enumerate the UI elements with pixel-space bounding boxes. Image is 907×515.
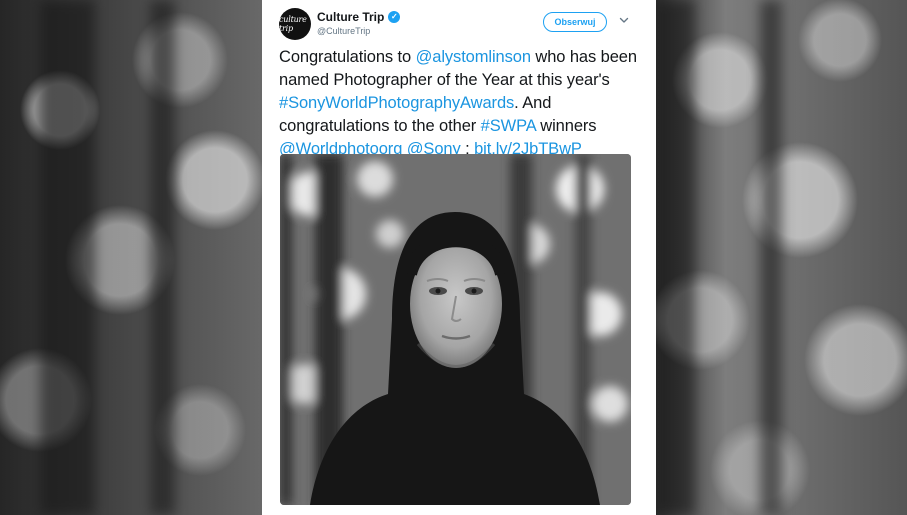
hashtag-link[interactable]: #SonyWorldPhotographyAwards: [279, 94, 514, 112]
author-name[interactable]: Culture Trip: [317, 10, 384, 24]
avatar-logo-text: culture trip: [279, 15, 307, 33]
tweet-text: Congratulations to @alystomlinson who ha…: [279, 46, 647, 161]
tweet-card: culture trip Culture Trip ✓ @CultureTrip…: [262, 0, 656, 515]
mention-link[interactable]: @alystomlinson: [416, 48, 531, 66]
tweet-text-segment: winners: [535, 117, 597, 135]
chevron-down-icon[interactable]: [618, 14, 630, 26]
verified-badge-icon: ✓: [388, 11, 401, 23]
author-handle[interactable]: @CultureTrip: [317, 26, 370, 36]
tweet-photo[interactable]: [280, 154, 631, 505]
background-tree-trunk: [655, 0, 695, 515]
hashtag-link[interactable]: #SWPA: [481, 117, 536, 135]
avatar[interactable]: culture trip: [279, 8, 311, 40]
background-tree-trunk: [40, 0, 95, 515]
background-tree-trunk: [760, 0, 782, 515]
portrait-illustration: [280, 154, 631, 505]
author-name-row[interactable]: Culture Trip ✓: [317, 10, 401, 24]
background-tree-trunk: [150, 0, 175, 515]
follow-button[interactable]: Obserwuj: [543, 12, 607, 32]
tweet-text-segment: Congratulations to: [279, 48, 416, 66]
